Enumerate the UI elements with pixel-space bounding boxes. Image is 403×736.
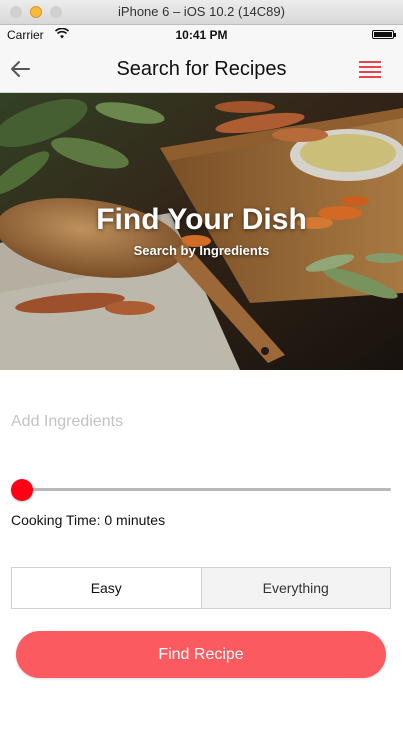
hero-subtitle: Search by Ingredients [133, 243, 270, 258]
segment-easy[interactable]: Easy [12, 568, 202, 608]
navigation-bar: Search for Recipes [0, 45, 403, 93]
battery-icon [372, 30, 396, 39]
hero-banner: Find Your Dish Search by Ingredients [0, 93, 403, 370]
cooking-time-slider-track[interactable] [22, 488, 391, 491]
window-title: iPhone 6 – iOS 10.2 (14C89) [118, 4, 285, 19]
difficulty-segmented-control: Easy Everything [11, 567, 391, 609]
cooking-time-slider-thumb[interactable] [11, 479, 33, 501]
hero-title: Find Your Dish [96, 203, 307, 236]
status-bar: Carrier 10:41 PM [0, 25, 403, 45]
ingredients-input[interactable] [11, 410, 391, 434]
page-title: Search for Recipes [116, 58, 287, 80]
status-time: 10:41 PM [175, 28, 228, 42]
hamburger-menu-icon[interactable] [359, 61, 381, 78]
cooking-time-label: Cooking Time: 0 minutes [11, 512, 166, 528]
simulator-title-bar: iPhone 6 – iOS 10.2 (14C89) [0, 0, 403, 25]
find-recipe-button[interactable]: Find Recipe [16, 631, 386, 678]
arrow-left-icon[interactable] [8, 57, 32, 81]
segment-everything[interactable]: Everything [201, 568, 390, 608]
